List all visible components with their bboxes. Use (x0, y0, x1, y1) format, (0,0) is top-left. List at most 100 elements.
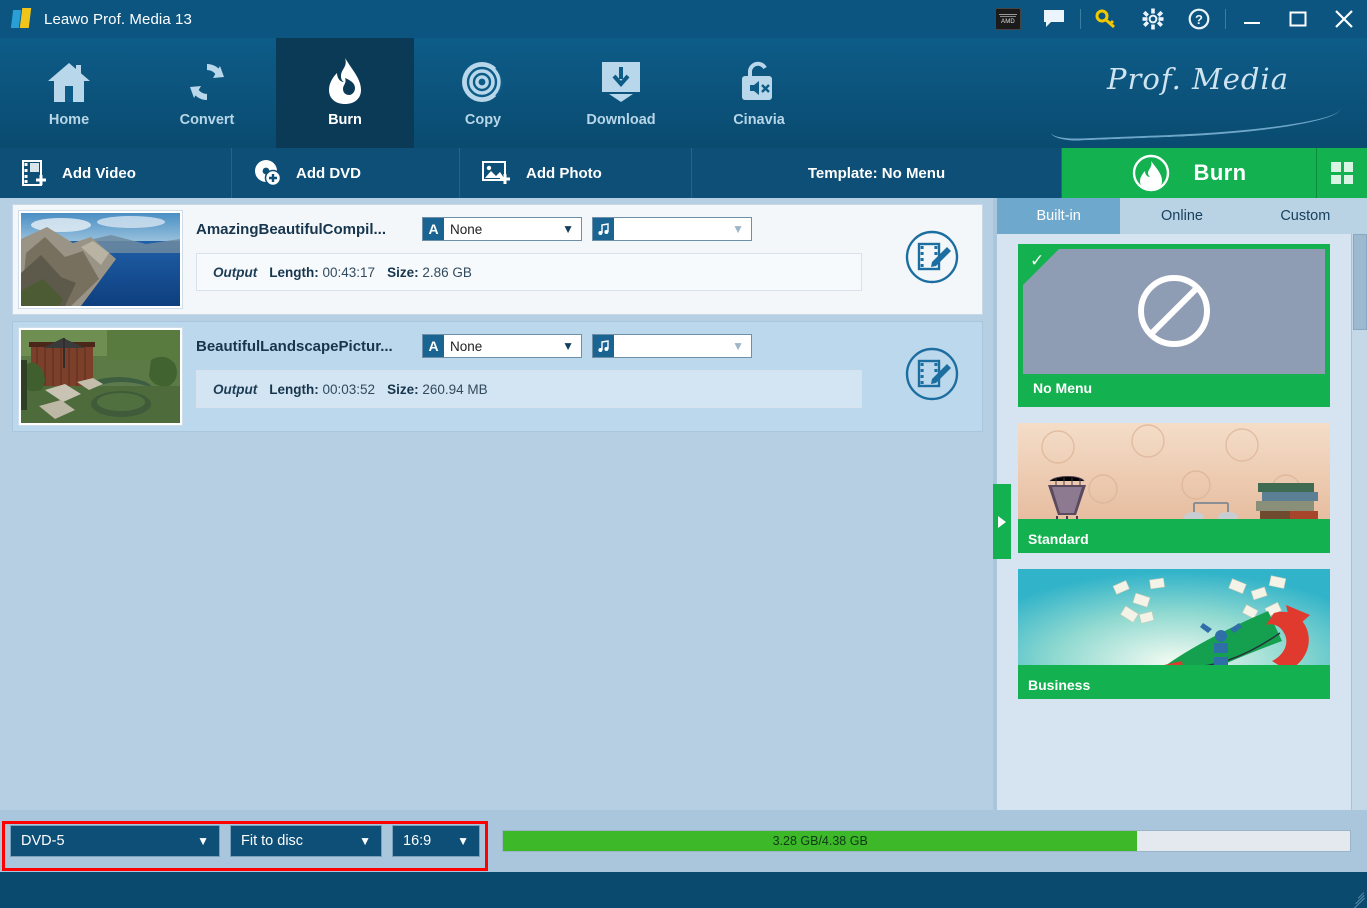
table-row[interactable]: BeautifulLandscapePictur... A None ▼ ▼ (12, 321, 983, 432)
template-scrollbar[interactable] (1351, 234, 1367, 810)
output-label: Output (213, 265, 257, 280)
nav-item-cinavia[interactable]: Cinavia (690, 38, 828, 148)
template-card-no-menu[interactable]: ✓ No Menu (1018, 244, 1330, 407)
app-window: Leawo Prof. Media 13 AMD (0, 0, 1367, 908)
size-value: 260.94 MB (422, 382, 487, 397)
template-name: Business (1018, 671, 1330, 699)
add-photo-button[interactable]: Add Photo (460, 148, 692, 198)
window-footer (0, 872, 1367, 908)
subtitle-select[interactable]: A None ▼ (422, 334, 582, 358)
size-label: Size: (387, 265, 419, 280)
nav-item-copy[interactable]: Copy (414, 38, 552, 148)
edit-video-button[interactable] (882, 230, 982, 284)
template-name: Standard (1018, 525, 1330, 553)
minimize-button[interactable] (1229, 0, 1275, 38)
expand-right-icon (998, 516, 1006, 528)
row-details: BeautifulLandscapePictur... A None ▼ ▼ (182, 322, 882, 408)
tab-built-in[interactable]: Built-in (997, 198, 1120, 234)
size-label: Size: (387, 382, 419, 397)
chevron-down-icon: ▼ (732, 339, 744, 353)
resize-grip[interactable] (1350, 892, 1364, 906)
length-label: Length: (269, 265, 319, 280)
amd-badge-label: AMD (1001, 19, 1015, 25)
size-info: Size: 2.86 GB (387, 265, 472, 280)
divider (1225, 9, 1226, 29)
chevron-down-icon: ▼ (197, 834, 209, 848)
tab-online[interactable]: Online (1120, 198, 1243, 234)
grid-view-icon (1331, 162, 1353, 184)
add-dvd-button[interactable]: Add DVD (232, 148, 460, 198)
fit-mode-select[interactable]: Fit to disc ▼ (230, 825, 382, 857)
nav-label: Download (586, 112, 655, 134)
svg-text:?: ? (1195, 12, 1203, 27)
amd-badge-icon: AMD (985, 0, 1031, 38)
maximize-button[interactable] (1275, 0, 1321, 38)
close-button[interactable] (1321, 0, 1367, 38)
template-card-standard[interactable]: Standard (1018, 423, 1330, 553)
film-add-icon (22, 159, 48, 187)
nav-label: Burn (328, 112, 362, 134)
chevron-down-icon: ▼ (562, 339, 574, 353)
nav-item-home[interactable]: Home (0, 38, 138, 148)
chevron-down-icon: ▼ (359, 834, 371, 848)
file-title: BeautifulLandscapePictur... (196, 338, 412, 355)
length-label: Length: (269, 382, 319, 397)
nav-label: Home (49, 112, 89, 134)
template-name: No Menu (1023, 374, 1325, 402)
aspect-ratio-select[interactable]: 16:9 ▼ (392, 825, 480, 857)
subtitle-select[interactable]: A None ▼ (422, 217, 582, 241)
length-value: 00:03:52 (323, 382, 376, 397)
burn-button[interactable]: Burn (1062, 148, 1316, 198)
disc-type-select[interactable]: DVD-5 ▼ (10, 825, 220, 857)
nav-label: Cinavia (733, 112, 785, 134)
photo-add-icon (482, 160, 512, 186)
nav-item-convert[interactable]: Convert (138, 38, 276, 148)
length-value: 00:43:17 (323, 265, 376, 280)
subtitle-badge-icon: A (423, 335, 444, 357)
chevron-down-icon: ▼ (457, 834, 469, 848)
home-icon (44, 52, 94, 106)
action-toolbar: Add Video Add DVD (0, 148, 1367, 198)
content-area: AmazingBeautifulCompil... A None ▼ ▼ (0, 198, 1367, 810)
add-video-button[interactable]: Add Video (0, 148, 232, 198)
row-details: AmazingBeautifulCompil... A None ▼ ▼ (182, 205, 882, 291)
length-info: Length: 00:03:52 (269, 382, 375, 397)
tab-custom[interactable]: Custom (1244, 198, 1367, 234)
gear-icon[interactable] (1130, 0, 1176, 38)
capacity-fill: 3.28 GB/4.38 GB (503, 831, 1137, 851)
add-video-label: Add Video (62, 165, 136, 182)
key-icon[interactable] (1084, 0, 1130, 38)
panel-collapse-toggle[interactable] (993, 484, 1011, 559)
output-info: Output Length: 00:03:52 Size: 260.94 MB (196, 370, 862, 408)
nav-item-download[interactable]: Download (552, 38, 690, 148)
nav-item-burn[interactable]: Burn (276, 38, 414, 148)
template-card-business[interactable]: Business (1018, 569, 1330, 699)
no-menu-icon (1023, 249, 1325, 374)
garden-pond-thumbnail (19, 328, 182, 425)
file-title: AmazingBeautifulCompil... (196, 221, 412, 238)
audio-select[interactable]: ▼ (592, 217, 752, 241)
template-status-button[interactable]: Template: No Menu (692, 148, 1062, 198)
chevron-down-icon: ▼ (732, 222, 744, 236)
disc-add-icon (254, 159, 282, 187)
main-navigation: Home Convert Burn (0, 38, 1367, 148)
subtitle-badge-icon: A (423, 218, 444, 240)
aspect-ratio-value: 16:9 (393, 833, 431, 849)
capacity-label: 3.28 GB/4.38 GB (773, 834, 868, 848)
grid-view-button[interactable] (1316, 148, 1367, 198)
flame-circle-icon (1132, 154, 1170, 192)
subtitle-value: None (444, 339, 562, 354)
disc-capacity-bar: 3.28 GB/4.38 GB (502, 830, 1351, 852)
edit-video-button[interactable] (882, 347, 982, 401)
audio-select[interactable]: ▼ (592, 334, 752, 358)
scrollbar-thumb[interactable] (1353, 234, 1367, 330)
row-header: BeautifulLandscapePictur... A None ▼ ▼ (196, 334, 882, 358)
title-bar: Leawo Prof. Media 13 AMD (0, 0, 1367, 38)
window-title: Leawo Prof. Media 13 (44, 11, 192, 28)
table-row[interactable]: AmazingBeautifulCompil... A None ▼ ▼ (12, 204, 983, 315)
music-note-icon (593, 335, 614, 357)
burn-button-label: Burn (1194, 160, 1247, 186)
chat-bubble-icon[interactable] (1031, 0, 1077, 38)
subtitle-value: None (444, 222, 562, 237)
help-circle-icon[interactable]: ? (1176, 0, 1222, 38)
